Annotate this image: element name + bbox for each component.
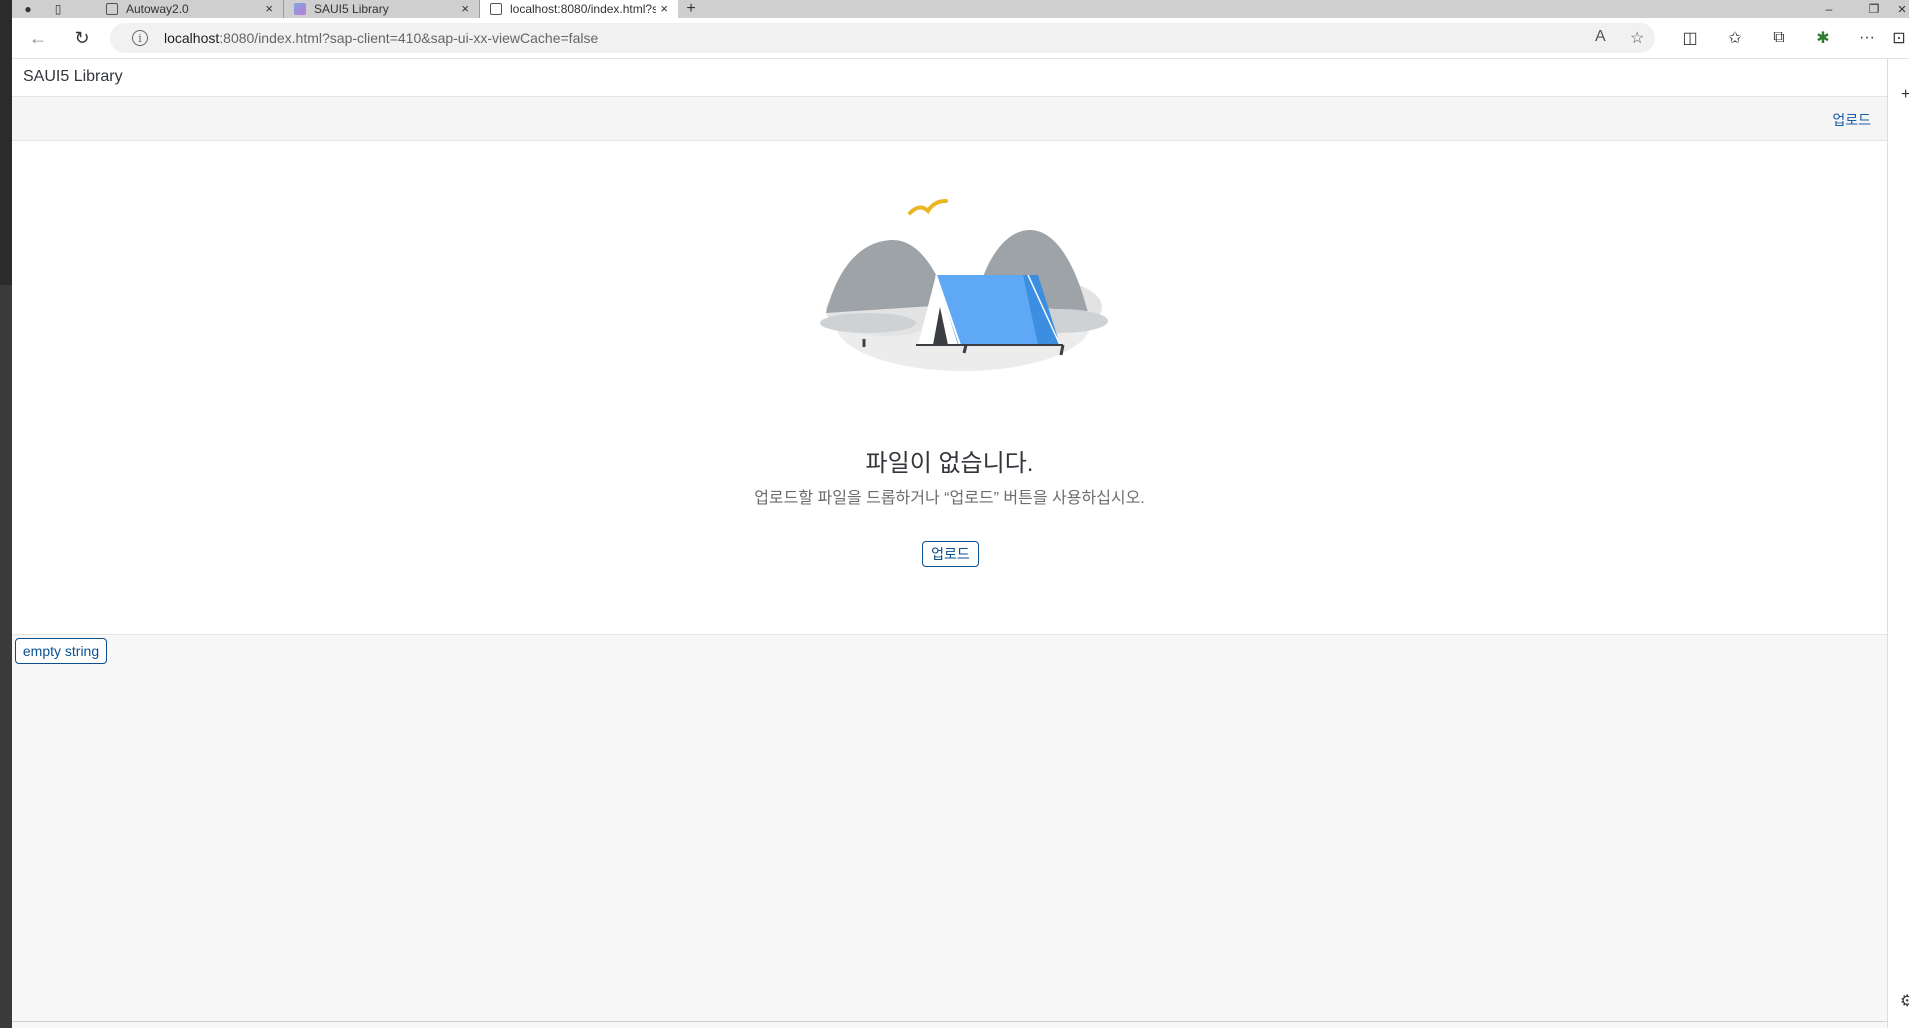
tab-autoway[interactable]: Autoway2.0 ×	[96, 0, 284, 18]
page-title: SAUI5 Library	[23, 68, 123, 85]
tab-actions-icon[interactable]: ▯	[50, 0, 66, 18]
new-tab-button[interactable]: +	[680, 0, 702, 18]
extensions-icon[interactable]: ✱	[1808, 26, 1838, 50]
upload-drop-area[interactable]: 파일이 없습니다. 업로드할 파일을 드롭하거나 “업로드” 버튼을 사용하십시…	[12, 141, 1887, 635]
empty-string-button[interactable]: empty string	[15, 638, 107, 664]
tab-label: localhost:8080/index.html?sap-c	[510, 2, 656, 16]
close-tab-icon[interactable]: ×	[461, 1, 469, 16]
collections-icon[interactable]: ⧉	[1764, 26, 1794, 50]
favorites-icon[interactable]: ✩	[1720, 26, 1750, 50]
more-menu-icon[interactable]: ···	[1852, 26, 1882, 50]
toolbar-upload-button[interactable]: 업로드	[1832, 110, 1871, 130]
empty-state-description: 업로드할 파일을 드롭하거나 “업로드” 버튼을 사용하십시오.	[754, 490, 1145, 507]
profile-icon[interactable]: ●	[20, 0, 36, 18]
reload-icon[interactable]: ↻	[68, 26, 96, 50]
read-aloud-icon[interactable]: A	[1595, 28, 1606, 46]
tab-label: SAUI5 Library	[314, 2, 389, 16]
back-icon[interactable]: ←	[24, 26, 52, 50]
page-icon	[490, 3, 502, 15]
add-icon[interactable]: +	[1901, 86, 1909, 104]
sidebar-toggle-icon[interactable]: ⊡	[1889, 26, 1909, 50]
browser-sidebar: + ⚙	[1887, 59, 1909, 1028]
url-path: :8080/index.html?sap-client=410&sap-ui-x…	[219, 30, 599, 46]
split-screen-icon[interactable]: ◫	[1675, 26, 1705, 50]
close-tab-icon[interactable]: ×	[660, 1, 668, 16]
upload-button[interactable]: 업로드	[922, 541, 979, 567]
url-field[interactable]: i localhost:8080/index.html?sap-client=4…	[110, 23, 1655, 53]
upload-toolbar: 업로드	[12, 97, 1887, 141]
browser-address-bar: ← ↻ i localhost:8080/index.html?sap-clie…	[12, 18, 1909, 59]
gear-icon[interactable]: ⚙	[1900, 991, 1909, 1011]
empty-state-title: 파일이 없습니다.	[865, 450, 1034, 477]
tab-localhost[interactable]: localhost:8080/index.html?sap-c ×	[480, 0, 678, 18]
page-bottom-border	[12, 1021, 1887, 1022]
close-tab-icon[interactable]: ×	[265, 1, 273, 16]
favorite-star-icon[interactable]: ☆	[1630, 28, 1644, 48]
minimize-button[interactable]: –	[1817, 0, 1841, 18]
window-left-edge	[0, 0, 12, 1028]
empty-tent-illustration	[820, 199, 1108, 371]
url-host: localhost	[164, 30, 220, 46]
tab-label: Autoway2.0	[126, 2, 189, 16]
saui5-favicon-icon	[294, 3, 306, 15]
browser-tab-strip: ● ▯ Autoway2.0 × SAUI5 Library × localho…	[12, 0, 1909, 18]
close-window-button[interactable]: ×	[1894, 0, 1909, 18]
site-info-icon[interactable]: i	[132, 30, 148, 46]
restore-button[interactable]: ❐	[1862, 0, 1886, 18]
tab-saui5-library[interactable]: SAUI5 Library ×	[284, 0, 480, 18]
page-icon	[106, 3, 118, 15]
app-header: SAUI5 Library	[12, 59, 1887, 97]
